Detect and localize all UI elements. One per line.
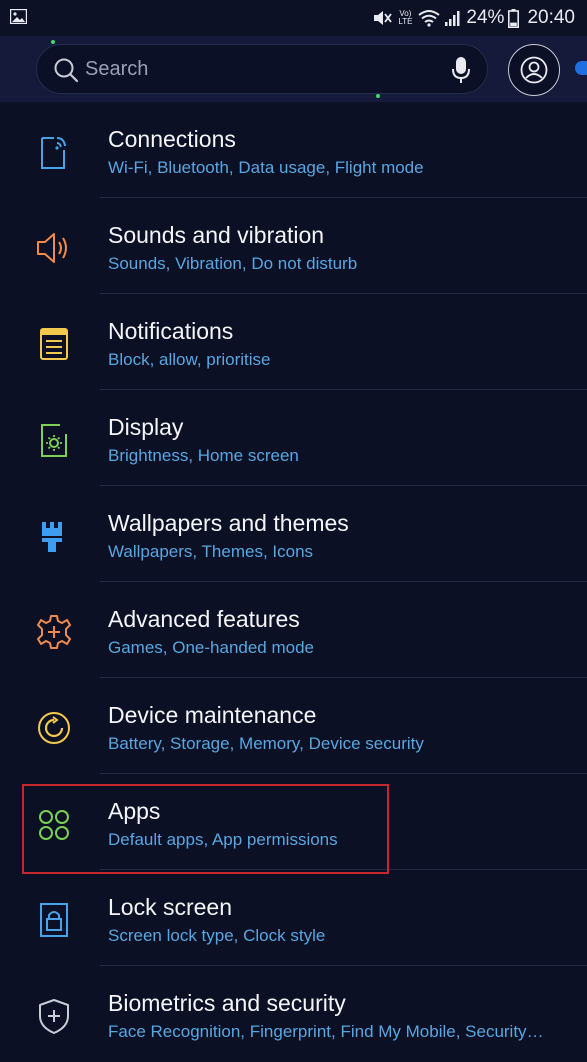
settings-item-connections[interactable]: Connections Wi-Fi, Bluetooth, Data usage… bbox=[0, 102, 587, 198]
settings-item-title: Display bbox=[108, 414, 184, 440]
lock-icon bbox=[40, 903, 68, 937]
settings-item-subtitle: Sounds, Vibration, Do not disturb bbox=[108, 254, 358, 273]
edge-panel-handle[interactable] bbox=[575, 61, 587, 75]
search-bar-container: Search bbox=[0, 36, 587, 102]
shield-icon bbox=[39, 999, 69, 1034]
mute-icon bbox=[374, 11, 393, 25]
settings-item-subtitle: Brightness, Home screen bbox=[108, 446, 299, 465]
battery-icon bbox=[508, 8, 520, 28]
settings-item-title: Notifications bbox=[108, 318, 234, 344]
settings-item-title: Advanced features bbox=[108, 606, 300, 632]
settings-list: Connections Wi-Fi, Bluetooth, Data usage… bbox=[0, 102, 587, 1062]
settings-item-device-maintenance[interactable]: Device maintenance Battery, Storage, Mem… bbox=[0, 678, 587, 774]
settings-item-title: Sounds and vibration bbox=[108, 222, 325, 248]
settings-item-subtitle: Face Recognition, Fingerprint, Find My M… bbox=[108, 1022, 548, 1041]
clock: 20:40 bbox=[527, 7, 575, 28]
microphone-icon[interactable] bbox=[451, 56, 471, 84]
wifi-icon bbox=[418, 10, 441, 27]
status-right: Vo) LTE 24% 20:40 bbox=[372, 6, 575, 30]
status-bar: Vo) LTE 24% 20:40 bbox=[0, 0, 587, 36]
apps-highlight-box bbox=[22, 784, 389, 874]
battery-percentage: 24% bbox=[466, 7, 505, 28]
settings-item-wallpapers[interactable]: Wallpapers and themes Wallpapers, Themes… bbox=[0, 486, 587, 582]
settings-item-title: Wallpapers and themes bbox=[108, 510, 349, 536]
search-icon bbox=[54, 58, 79, 83]
paintbrush-icon bbox=[42, 522, 62, 552]
indicator-dot bbox=[376, 94, 380, 98]
settings-item-subtitle: Games, One-handed mode bbox=[108, 638, 315, 657]
settings-item-title: Connections bbox=[108, 126, 236, 152]
settings-item-title: Lock screen bbox=[108, 894, 233, 920]
speaker-icon bbox=[37, 233, 67, 263]
settings-item-subtitle: Block, allow, prioritise bbox=[108, 350, 271, 369]
settings-item-advanced-features[interactable]: Advanced features Games, One-handed mode bbox=[0, 582, 587, 678]
connections-icon bbox=[41, 137, 66, 169]
volte-indicator: Vo) LTE bbox=[398, 9, 413, 26]
account-icon bbox=[520, 56, 548, 84]
settings-item-subtitle: Wi-Fi, Bluetooth, Data usage, Flight mod… bbox=[108, 158, 424, 177]
settings-item-subtitle: Screen lock type, Clock style bbox=[108, 926, 326, 945]
profile-button[interactable] bbox=[508, 44, 560, 96]
search-field[interactable]: Search bbox=[36, 44, 488, 94]
settings-item-subtitle: Battery, Storage, Memory, Device securit… bbox=[108, 734, 424, 753]
settings-item-lock-screen[interactable]: Lock screen Screen lock type, Clock styl… bbox=[0, 870, 587, 966]
signal-icon bbox=[445, 11, 460, 26]
gallery-notification-icon bbox=[10, 9, 27, 24]
display-icon bbox=[41, 424, 67, 457]
search-placeholder: Search bbox=[85, 58, 149, 80]
maintenance-icon bbox=[38, 712, 70, 744]
settings-item-notifications[interactable]: Notifications Block, allow, prioritise bbox=[0, 294, 587, 390]
settings-item-title: Device maintenance bbox=[108, 702, 317, 728]
settings-item-subtitle: Wallpapers, Themes, Icons bbox=[108, 542, 314, 561]
gear-icon bbox=[37, 615, 71, 649]
notifications-icon bbox=[40, 328, 68, 360]
settings-item-sounds[interactable]: Sounds and vibration Sounds, Vibration, … bbox=[0, 198, 587, 294]
indicator-dot bbox=[51, 40, 55, 44]
settings-item-biometrics[interactable]: Biometrics and security Face Recognition… bbox=[0, 966, 587, 1062]
settings-item-title: Biometrics and security bbox=[108, 990, 346, 1016]
settings-item-display[interactable]: Display Brightness, Home screen bbox=[0, 390, 587, 486]
